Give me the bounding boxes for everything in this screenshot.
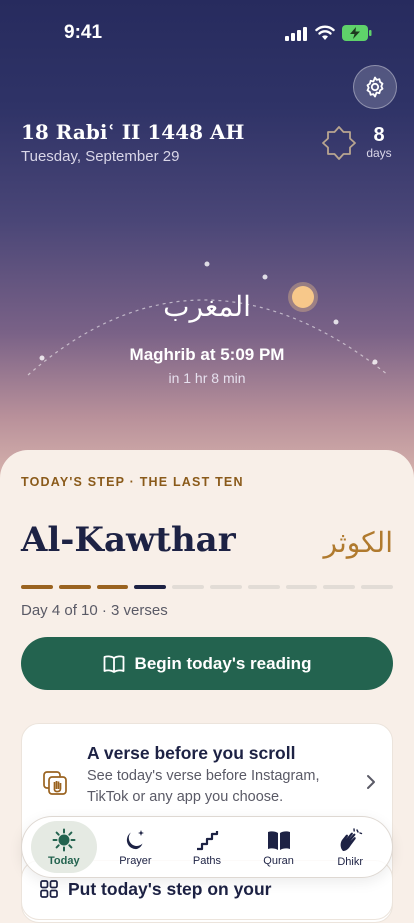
progress-segment [209,585,242,589]
stairs-icon [196,830,219,850]
next-prayer-countdown: in 1 hr 8 min [168,370,246,386]
countdown-unit: days [366,146,392,160]
tab-paths[interactable]: Paths [174,821,240,873]
tab-prayer-label: Prayer [119,854,152,867]
countdown-value: 8 [373,124,385,146]
progress-segment [172,585,204,589]
verse-card-title: A verse before you scroll [87,743,296,763]
hand-stop-app-icon [43,771,67,795]
prayer-arabic-name: المغرب [163,290,251,323]
widget-card-title: Put today's step on your [68,879,272,899]
book-icon [267,830,290,850]
begin-reading-label: Begin today's reading [134,653,312,673]
progress-segment [58,585,91,589]
tab-prayer[interactable]: Prayer [102,821,168,873]
status-time: 9:41 [64,22,103,43]
gregorian-date: Tuesday, September 29 [21,148,180,165]
progress-segment [361,585,393,589]
progress-segment [285,585,318,589]
progress-segment [323,585,356,589]
begin-reading-button[interactable]: Begin today's reading [21,637,393,690]
tab-bar: Today Prayer Paths Quran Dhikr [21,816,393,878]
countdown: 8 days [362,124,396,160]
tab-paths-label: Paths [192,854,222,867]
battery-charging-icon [342,25,372,41]
cellular-signal-icon [285,27,307,41]
progress-segment [247,585,280,589]
tab-dhikr-label: Dhikr [337,855,363,868]
progress-segment [21,585,53,589]
verse-card-body: See today's verse before Instagram, TikT… [87,768,320,805]
surah-title: Al-Kawthar [21,520,236,560]
step-label: TODAY'S STEP · THE LAST TEN [21,475,244,489]
progress-segment [134,585,167,589]
status-bar: 9:41 [0,0,414,60]
settings-button[interactable] [353,65,397,109]
crescent-star-icon [322,126,356,160]
surah-arabic-title: الكوثر [323,526,393,559]
tab-today-label: Today [48,854,80,867]
open-book-icon [103,654,124,673]
chevron-right-icon [367,775,375,789]
tab-dhikr[interactable]: Dhikr [317,821,383,873]
widgets-grid-icon [40,880,58,898]
hands-icon [340,827,363,851]
day-info: Day 4 of 10 · 3 verses [21,602,168,619]
wifi-icon [315,25,335,40]
gear-icon [366,76,384,98]
tab-quran-label: Quran [263,854,294,867]
hijri-date: 18 Rabiʿ II 1448 AH [21,120,245,144]
tab-quran[interactable]: Quran [246,821,312,873]
sun-icon [52,828,76,851]
moon-stars-icon [127,829,145,849]
next-prayer-time: Maghrib at 5:09 PM [129,345,285,364]
progress-segment [96,585,129,589]
tab-today[interactable]: Today [30,821,97,873]
step-progress [21,585,393,589]
